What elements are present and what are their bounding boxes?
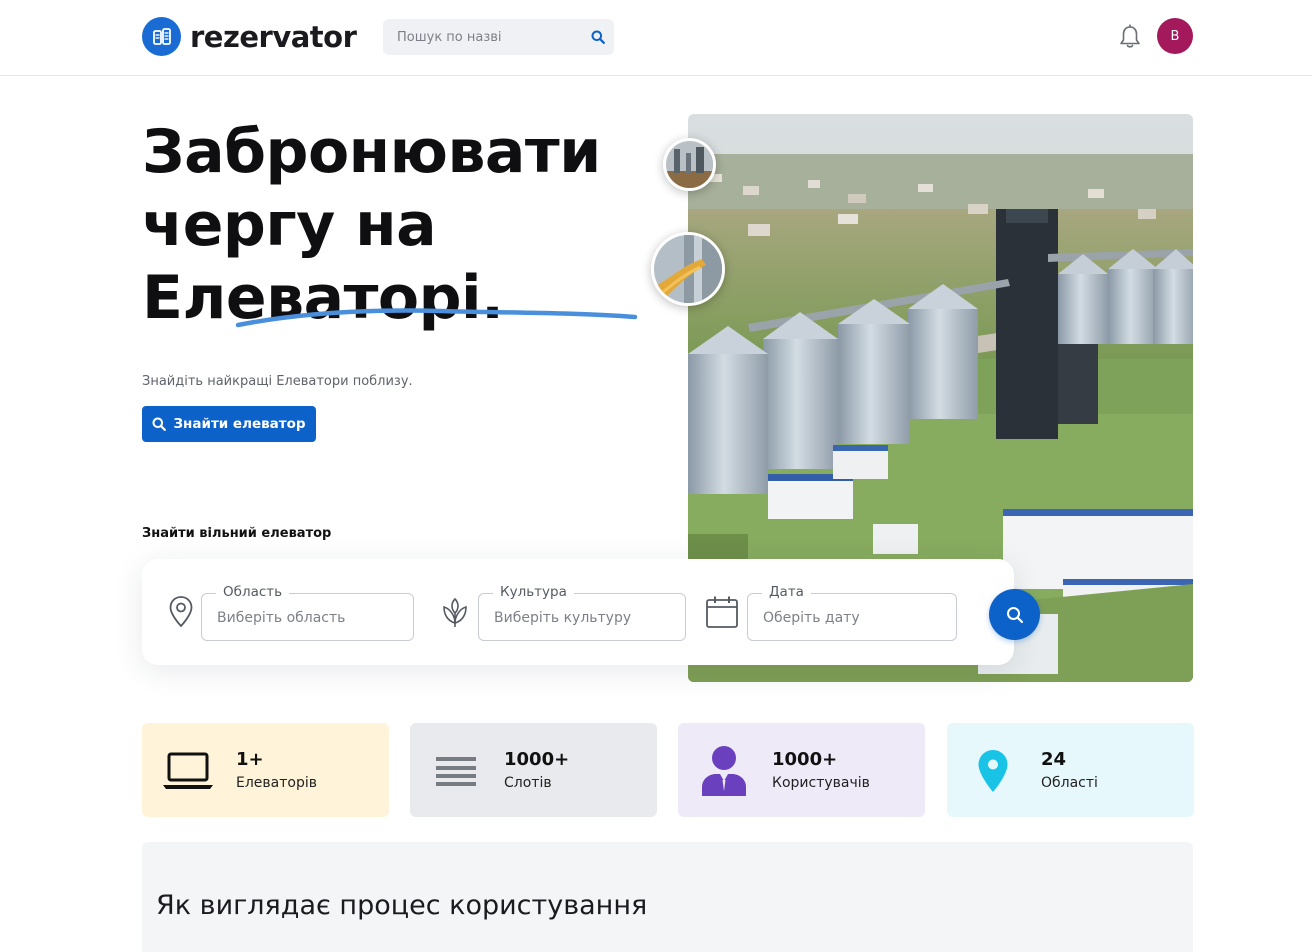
location-pin-icon	[967, 745, 1019, 797]
region-label: Область	[216, 584, 290, 600]
logo-icon	[142, 17, 181, 56]
photo-thumbnail-1[interactable]	[663, 138, 716, 191]
search-icon	[152, 417, 167, 431]
hero-title-line-2: чергу на	[142, 190, 437, 260]
crop-select[interactable]: Культура Виберіть культуру	[478, 584, 686, 641]
process-title: Як виглядає процес користування	[156, 890, 648, 921]
user-icon	[698, 745, 750, 797]
logo-text: rezervator	[190, 19, 357, 54]
date-placeholder: Оберіть дату	[763, 610, 860, 626]
process-section: Як виглядає процес користування	[142, 842, 1193, 952]
stat-label: Елеваторів	[236, 775, 317, 791]
crop-label: Культура	[493, 584, 574, 600]
stat-label: Області	[1041, 775, 1098, 791]
search-input[interactable]	[383, 19, 578, 55]
wheat-icon	[438, 595, 472, 629]
laptop-icon	[162, 745, 214, 797]
calendar-icon	[705, 595, 739, 629]
elevator-finder-form: Область Виберіть область Культура Вибері…	[142, 559, 1040, 665]
hero-subtitle: Знайдіть найкращі Елеватори поблизу.	[142, 374, 413, 389]
top-header: rezervator B	[0, 0, 1312, 76]
stat-value: 24	[1041, 749, 1067, 770]
search-button[interactable]	[588, 27, 608, 47]
hero-title: Забронювати чергу на Елеваторі.	[142, 116, 662, 335]
stat-value: 1000+	[772, 749, 838, 770]
photo-thumbnail-2[interactable]	[651, 232, 725, 306]
stat-label: Слотів	[504, 775, 552, 791]
find-elevator-label: Знайти елеватор	[173, 416, 306, 432]
find-elevator-button[interactable]: Знайти елеватор	[142, 406, 316, 442]
stat-value: 1000+	[504, 749, 570, 770]
map-pin-icon	[164, 595, 198, 629]
search-box	[383, 19, 614, 55]
date-picker[interactable]: Дата Оберіть дату	[747, 584, 957, 641]
lines-icon	[430, 745, 482, 797]
crop-placeholder: Виберіть культуру	[494, 610, 632, 626]
bell-icon	[1120, 24, 1140, 48]
avatar[interactable]: B	[1157, 18, 1193, 54]
notifications-button[interactable]	[1118, 24, 1142, 50]
region-placeholder: Виберіть область	[217, 610, 346, 626]
finder-label: Знайти вільний елеватор	[142, 526, 332, 541]
stat-users: 1000+ Користувачів	[678, 723, 925, 817]
logo[interactable]: rezervator	[142, 17, 357, 56]
search-icon	[1006, 606, 1023, 623]
finder-search-button[interactable]	[989, 589, 1040, 640]
search-icon	[591, 30, 605, 44]
stat-label: Користувачів	[772, 775, 870, 791]
stat-elevators: 1+ Елеваторів	[142, 723, 389, 817]
region-select[interactable]: Область Виберіть область	[201, 584, 414, 641]
stat-regions: 24 Області	[947, 723, 1194, 817]
stat-slots: 1000+ Слотів	[410, 723, 657, 817]
hero-title-line-1: Забронювати	[142, 117, 601, 187]
hero-underline-decoration	[235, 308, 638, 328]
date-label: Дата	[762, 584, 811, 600]
stat-value: 1+	[236, 749, 264, 770]
